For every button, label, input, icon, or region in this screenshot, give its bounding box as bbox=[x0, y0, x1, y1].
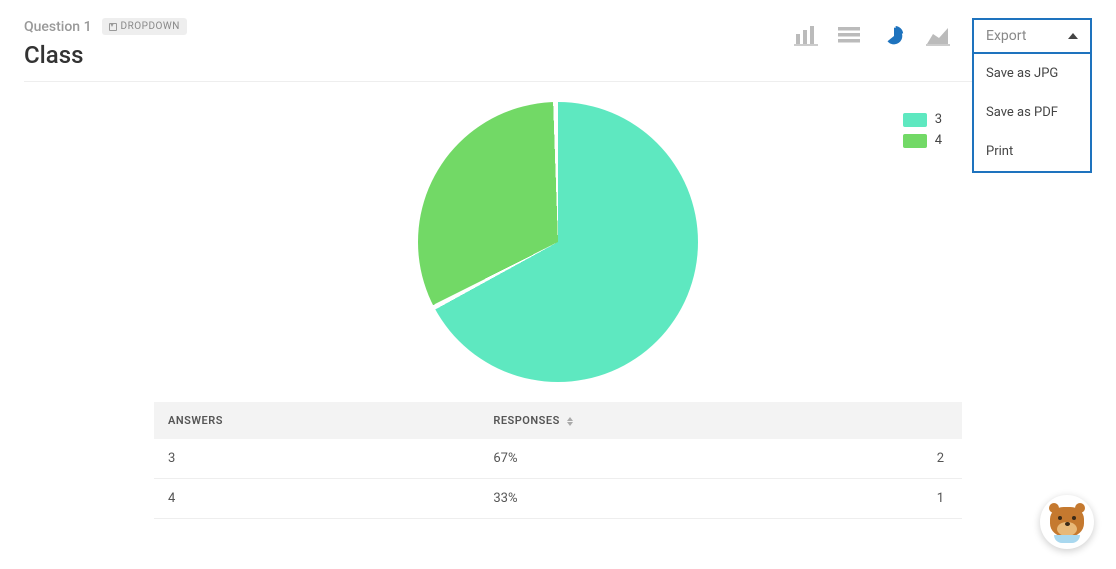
question-number: Question 1 bbox=[24, 19, 92, 35]
sort-icon bbox=[567, 417, 573, 426]
legend-label: 3 bbox=[935, 112, 942, 127]
caret-up-icon bbox=[1068, 33, 1078, 39]
hbar-chart-button[interactable] bbox=[832, 21, 868, 51]
cell-count: 2 bbox=[902, 439, 962, 479]
export-print[interactable]: Print bbox=[974, 132, 1090, 171]
col-count bbox=[902, 402, 962, 439]
cell-answer: 4 bbox=[154, 479, 479, 519]
results-table: ANSWERS RESPONSES 3 67% 2 4 33% bbox=[154, 402, 962, 519]
export-menu: Save as JPG Save as PDF Print bbox=[972, 54, 1092, 173]
export-save-pdf[interactable]: Save as PDF bbox=[974, 93, 1090, 132]
bar-chart-icon bbox=[794, 26, 818, 46]
help-mascot-button[interactable] bbox=[1040, 495, 1094, 549]
export-save-jpg[interactable]: Save as JPG bbox=[974, 54, 1090, 93]
question-type-badge: DROPDOWN bbox=[102, 18, 187, 35]
badge-label: DROPDOWN bbox=[121, 21, 180, 32]
export-button[interactable]: Export bbox=[972, 18, 1092, 54]
cell-count: 1 bbox=[902, 479, 962, 519]
legend-label: 4 bbox=[935, 133, 942, 148]
pie-chart-button[interactable] bbox=[876, 21, 912, 51]
cell-pct: 33% bbox=[479, 479, 902, 519]
col-responses[interactable]: RESPONSES bbox=[479, 402, 902, 439]
col-answers[interactable]: ANSWERS bbox=[154, 402, 479, 439]
dropdown-icon bbox=[109, 23, 117, 31]
question-title: Class bbox=[24, 41, 187, 69]
table-row: 3 67% 2 bbox=[154, 439, 962, 479]
bear-icon bbox=[1048, 503, 1086, 541]
bar-chart-button[interactable] bbox=[788, 21, 824, 51]
legend-swatch bbox=[903, 113, 927, 127]
area-chart-button[interactable] bbox=[920, 21, 956, 51]
question-header: Question 1 DROPDOWN Class bbox=[24, 18, 1092, 82]
legend-item[interactable]: 3 bbox=[903, 112, 942, 127]
pie-chart-icon bbox=[882, 26, 906, 46]
pie-chart bbox=[418, 102, 698, 382]
area-chart-icon bbox=[926, 26, 950, 46]
legend: 3 4 bbox=[903, 112, 942, 148]
chart-area: 3 4 bbox=[24, 82, 1092, 392]
export-label: Export bbox=[986, 28, 1026, 44]
legend-swatch bbox=[903, 134, 927, 148]
cell-pct: 67% bbox=[479, 439, 902, 479]
legend-item[interactable]: 4 bbox=[903, 133, 942, 148]
cell-answer: 3 bbox=[154, 439, 479, 479]
table-row: 4 33% 1 bbox=[154, 479, 962, 519]
hbar-chart-icon bbox=[838, 26, 862, 46]
